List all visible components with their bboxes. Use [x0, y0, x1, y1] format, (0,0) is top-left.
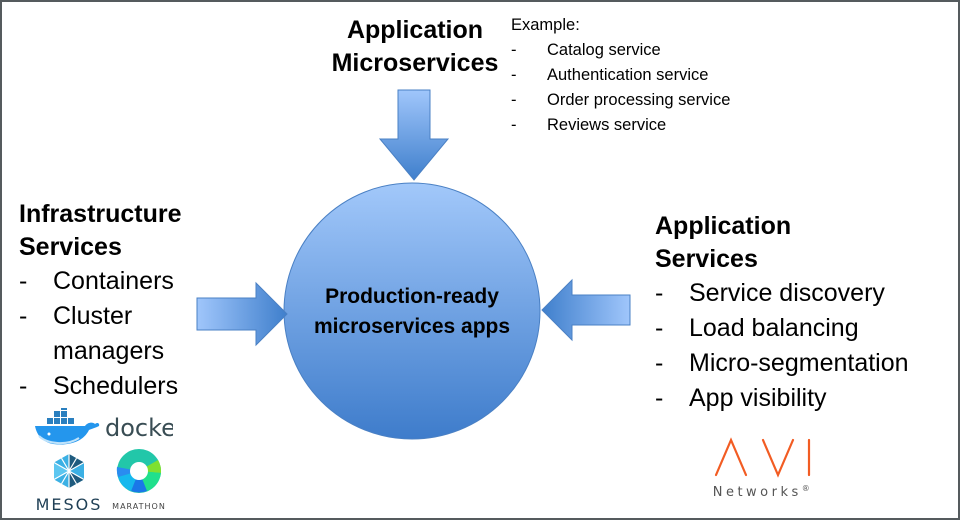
mesos-hexagon-icon [53, 454, 85, 488]
avi-wordmark-icon [714, 437, 811, 478]
center-label: Production-ready microservices apps [292, 282, 532, 342]
marathon-donut-icon [116, 449, 162, 493]
application-services: Application Services - Service discovery … [655, 210, 909, 416]
infrastructure-heading: Infrastructure Services [19, 200, 182, 261]
list-item: - Order processing service [511, 91, 731, 109]
avi-networks-logo: Networks® [713, 437, 814, 500]
arrow-right [196, 281, 288, 347]
list-item: - Catalog service [511, 41, 661, 59]
arrow-down [378, 89, 450, 181]
center-label-line2: microservices apps [313, 315, 511, 338]
docker-whale-icon [35, 408, 100, 445]
list-item: - Service discovery [655, 279, 885, 307]
mesos-logo: MESOS [36, 454, 103, 514]
top-heading-line1: Application [346, 16, 484, 44]
avi-networks-wordmark: Networks® [713, 484, 814, 500]
list-item: - Schedulers [19, 372, 179, 400]
list-item: - Containers [19, 267, 174, 295]
list-item: - Cluster [19, 302, 133, 330]
arrow-left [541, 278, 631, 342]
list-item: - Micro-segmentation [655, 349, 909, 377]
list-item: managers [53, 337, 165, 365]
docker-wordmark: docker [105, 414, 173, 442]
mesos-wordmark: MESOS [36, 495, 103, 514]
top-heading-line2: Microservices [331, 49, 499, 77]
top-heading: Application Microservices [320, 14, 510, 80]
list-item: - Load balancing [655, 314, 859, 342]
docker-logo: docker [35, 408, 173, 445]
application-services-heading: Application Services [655, 212, 792, 273]
list-item: - App visibility [655, 384, 827, 412]
infrastructure-services: Infrastructure Services - Containers - Clu… [19, 198, 182, 404]
list-item: - Reviews service [511, 116, 667, 134]
examples-list: Example: - Catalog service - Authenticatio… [511, 13, 730, 138]
marathon-logo: MARATHON [112, 449, 166, 511]
example-label: Example: [511, 16, 580, 34]
marathon-wordmark: MARATHON [112, 502, 166, 511]
center-label-line1: Production-ready [325, 285, 499, 308]
list-item: - Authentication service [511, 66, 709, 84]
